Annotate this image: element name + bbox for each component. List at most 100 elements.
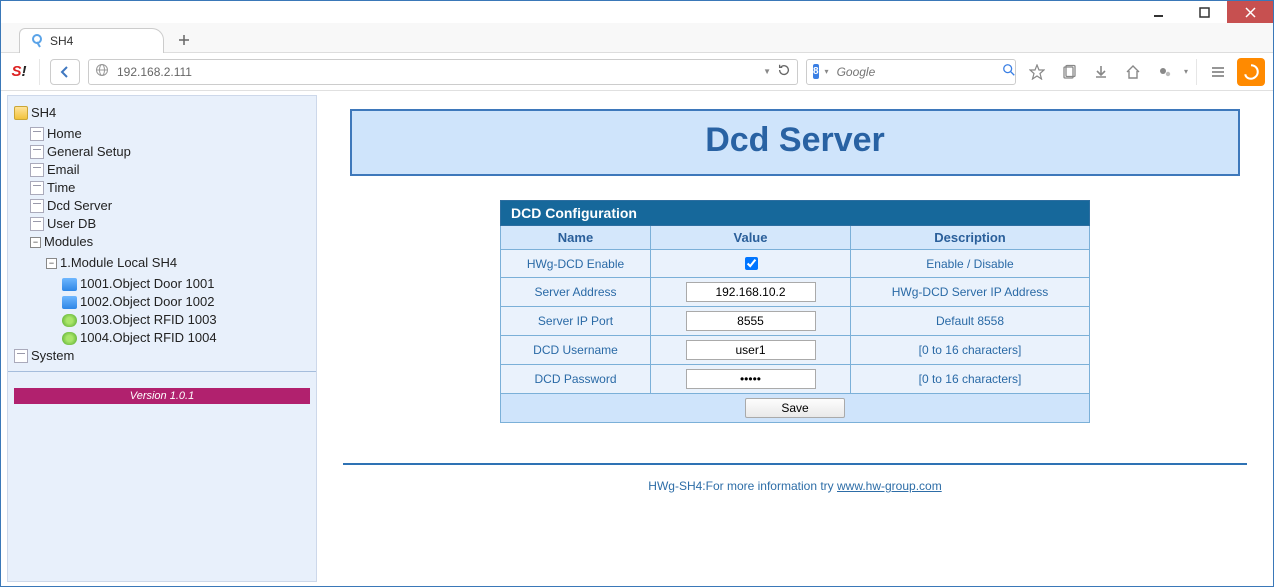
addon-dropdown-icon[interactable]: ▾ [1184, 67, 1188, 76]
tree-object[interactable]: 1003.Object RFID 1003 [62, 311, 310, 329]
table-section-header: DCD Configuration [501, 201, 1090, 226]
cfg-name: DCD Username [501, 336, 651, 365]
page-icon [30, 181, 44, 195]
main-panel: Dcd Server DCD Configuration Name Value … [317, 91, 1273, 586]
cfg-desc: HWg-DCD Server IP Address [851, 278, 1090, 307]
cfg-desc: Default 8558 [851, 307, 1090, 336]
tree-item[interactable]: User DB [30, 215, 310, 233]
tree-item[interactable]: Email [30, 161, 310, 179]
cfg-value-cell [651, 250, 851, 278]
cfg-value-cell [651, 307, 851, 336]
toolbar-right: ▾ [1024, 58, 1265, 86]
browser-window: SH4 S! ▼ 8 ▾ [0, 0, 1274, 587]
minimize-button[interactable] [1135, 1, 1181, 23]
reload-button[interactable] [777, 63, 791, 80]
tree-item[interactable]: General Setup [30, 143, 310, 161]
back-button[interactable] [50, 59, 80, 85]
addon-icon[interactable] [1152, 59, 1178, 85]
collapse-icon[interactable]: − [30, 237, 41, 248]
tree-object[interactable]: 1004.Object RFID 1004 [62, 329, 310, 347]
page-title-box: Dcd Server [350, 109, 1240, 176]
footer-divider [343, 463, 1247, 465]
cfg-text-input[interactable] [686, 311, 816, 331]
tree-modules-label: Modules [44, 233, 93, 251]
bookmark-star-icon[interactable] [1024, 59, 1050, 85]
cfg-value-cell [651, 365, 851, 394]
cfg-checkbox[interactable] [745, 257, 758, 270]
tree-modules[interactable]: −Modules−1.Module Local SH41001.Object D… [30, 233, 310, 347]
tab-strip: SH4 [1, 23, 1273, 53]
tree-object-label: 1001.Object Door 1001 [80, 275, 214, 293]
tree-module-1[interactable]: −1.Module Local SH41001.Object Door 1001… [46, 254, 310, 347]
cfg-desc: [0 to 16 characters] [851, 336, 1090, 365]
cfg-desc: [0 to 16 characters] [851, 365, 1090, 394]
door-icon [62, 296, 77, 309]
tree-object-label: 1002.Object Door 1002 [80, 293, 214, 311]
tree-item[interactable]: Dcd Server [30, 197, 310, 215]
new-tab-button[interactable] [170, 28, 198, 52]
footer-text: HWg-SH4:For more information try [648, 479, 837, 493]
search-icon[interactable] [1002, 63, 1016, 80]
nav-toolbar: S! ▼ 8 ▾ ▾ [1, 53, 1273, 91]
tree-item[interactable]: Home [30, 125, 310, 143]
search-box[interactable]: 8 ▾ [806, 59, 1016, 85]
door-icon [62, 278, 77, 291]
tree-object-label: 1003.Object RFID 1003 [80, 311, 217, 329]
close-button[interactable] [1227, 1, 1273, 23]
rfid-icon [62, 314, 77, 327]
url-input[interactable] [115, 64, 757, 80]
config-row: HWg-DCD EnableEnable / Disable [501, 250, 1090, 278]
config-row: Server IP PortDefault 8558 [501, 307, 1090, 336]
search-input[interactable] [835, 64, 996, 80]
save-button[interactable]: Save [745, 398, 845, 418]
maximize-button[interactable] [1181, 1, 1227, 23]
cfg-name: HWg-DCD Enable [501, 250, 651, 278]
tree-item[interactable]: Time [30, 179, 310, 197]
cfg-name: DCD Password [501, 365, 651, 394]
page-icon [30, 145, 44, 159]
url-dropdown-icon[interactable]: ▼ [763, 67, 771, 76]
cfg-text-input[interactable] [686, 340, 816, 360]
tree-object[interactable]: 1002.Object Door 1002 [62, 293, 310, 311]
tree-item-label: General Setup [47, 143, 131, 161]
tree-object-label: 1004.Object RFID 1004 [80, 329, 217, 347]
config-row: DCD Username [0 to 16 characters] [501, 336, 1090, 365]
tree-root[interactable]: SH4 HomeGeneral SetupEmailTimeDcd Server… [14, 104, 310, 347]
tab-title: SH4 [50, 34, 73, 48]
page-title: Dcd Server [352, 121, 1238, 160]
page-icon [14, 349, 28, 363]
tree-system[interactable]: System [14, 347, 310, 365]
tab-favicon-icon [30, 34, 44, 48]
google-icon: 8 [813, 64, 819, 79]
cfg-text-input[interactable] [686, 282, 816, 302]
download-icon[interactable] [1088, 59, 1114, 85]
footer-link[interactable]: www.hw-group.com [837, 479, 942, 493]
col-value: Value [651, 226, 851, 250]
collapse-icon[interactable]: − [46, 258, 57, 269]
tree-object[interactable]: 1001.Object Door 1001 [62, 275, 310, 293]
home-icon[interactable] [1120, 59, 1146, 85]
library-icon[interactable] [1056, 59, 1082, 85]
tree-item-label: Email [47, 161, 80, 179]
cfg-password-input[interactable] [686, 369, 816, 389]
extension-s-icon[interactable]: S! [9, 63, 29, 80]
search-engine-dropdown-icon[interactable]: ▾ [825, 67, 829, 76]
config-row: DCD Password [0 to 16 characters] [501, 365, 1090, 394]
tree-root-label: SH4 [31, 104, 56, 122]
cfg-value-cell [651, 336, 851, 365]
folder-icon [14, 106, 28, 120]
url-bar[interactable]: ▼ [88, 59, 798, 85]
content-area: SH4 HomeGeneral SetupEmailTimeDcd Server… [1, 91, 1273, 586]
save-row: Save [501, 394, 1090, 423]
avast-icon[interactable] [1237, 58, 1265, 86]
cfg-name: Server Address [501, 278, 651, 307]
menu-icon[interactable] [1205, 59, 1231, 85]
footer: HWg-SH4:For more information try www.hw-… [648, 479, 941, 493]
tree-item-label: Time [47, 179, 75, 197]
browser-tab[interactable]: SH4 [19, 28, 164, 53]
sidebar: SH4 HomeGeneral SetupEmailTimeDcd Server… [7, 95, 317, 582]
tree-item-label: Dcd Server [47, 197, 112, 215]
tree-item-label: Home [47, 125, 82, 143]
config-row: Server Address HWg-DCD Server IP Address [501, 278, 1090, 307]
col-name: Name [501, 226, 651, 250]
